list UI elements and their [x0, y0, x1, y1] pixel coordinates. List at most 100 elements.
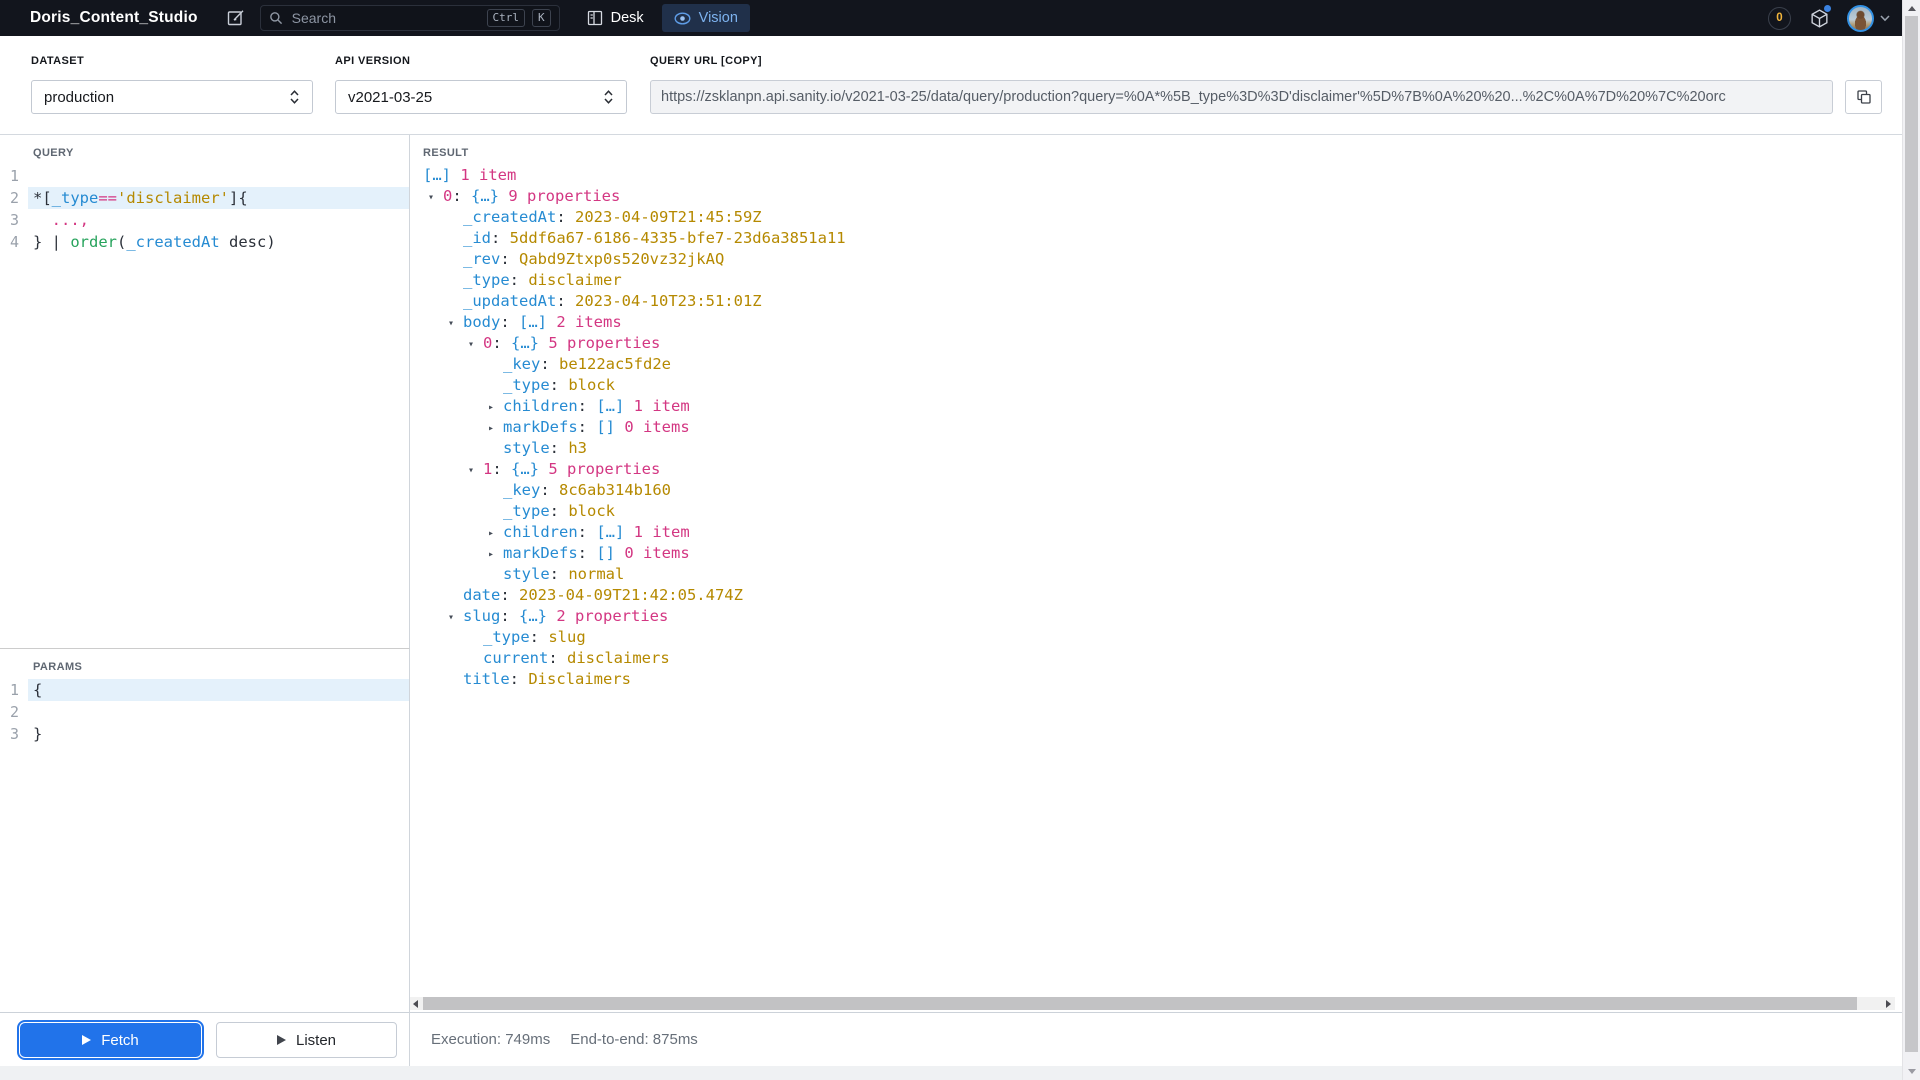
result-panel: RESULT […] 1 item ▾ 0: {…} 9 properties _cr… [410, 135, 1902, 1012]
search-box[interactable]: Ctrl K [259, 5, 560, 31]
top-bar: Doris_Content_Studio Ctrl K Desk [0, 0, 1920, 36]
token: {…} [511, 460, 540, 478]
search-input[interactable] [289, 9, 480, 27]
token: : [500, 586, 519, 604]
token: : [577, 544, 597, 562]
result-line: _type: slug [410, 627, 1902, 648]
fetch-button[interactable]: Fetch [19, 1022, 202, 1058]
collapse-arrow-icon[interactable]: ▾ [448, 607, 463, 628]
scroll-right-arrow[interactable] [1886, 1000, 1891, 1008]
token: : [549, 565, 569, 583]
token: {…} [471, 187, 500, 205]
query-line-text: ..., [28, 209, 409, 231]
collapse-arrow-icon[interactable]: ▾ [448, 313, 463, 334]
token: : [556, 208, 575, 226]
line-number: 2 [9, 703, 19, 721]
token: 9 properties [499, 187, 621, 205]
result-line: _key: 8c6ab314b160 [410, 480, 1902, 501]
result-line: style: h3 [410, 438, 1902, 459]
params-line[interactable]: 2 [0, 701, 409, 723]
collapse-arrow-icon[interactable]: ▾ [428, 187, 443, 208]
line-number: 2 [9, 189, 19, 207]
token: [] [596, 418, 615, 436]
query-panel: QUERY 1 2 *[_type=='disclaimer']{3 ..., 4} … [0, 135, 410, 648]
api-version-label: API VERSION [335, 55, 411, 67]
api-version-select[interactable]: v2021-03-25 [335, 80, 627, 114]
line-number: 1 [9, 167, 19, 185]
token: : [500, 250, 519, 268]
result-line: date: 2023-04-09T21:42:05.474Z [410, 585, 1902, 606]
token: : [500, 313, 519, 331]
listen-button[interactable]: Listen [216, 1022, 397, 1058]
dataset-select[interactable]: production [31, 80, 313, 114]
horizontal-scrollbar[interactable] [410, 997, 1895, 1010]
select-chevrons-icon [603, 88, 614, 106]
compose-button[interactable] [224, 6, 248, 30]
dataset-value: production [44, 88, 115, 106]
query-line[interactable]: 1 [0, 165, 409, 187]
params-editor[interactable]: 1{ 2 3} [0, 679, 409, 745]
params-line[interactable]: 1{ [0, 679, 409, 701]
token: block [568, 376, 616, 394]
token: { [33, 681, 43, 699]
query-line[interactable]: 3 ..., [0, 209, 409, 231]
horizontal-scrollbar-thumb[interactable] [423, 997, 1857, 1010]
scroll-down-arrow[interactable] [1908, 1069, 1916, 1074]
copy-url-button[interactable] [1845, 80, 1882, 114]
tab-desk[interactable]: Desk [575, 4, 656, 32]
package-button[interactable] [1808, 5, 1831, 29]
expand-arrow-icon[interactable]: ▸ [488, 523, 503, 544]
token: 0 items [615, 544, 690, 562]
params-line-text: { [28, 679, 409, 701]
token: title [463, 670, 510, 688]
token: 0 [483, 334, 493, 352]
expand-arrow-icon[interactable]: ▸ [488, 544, 503, 565]
result-line: _type: disclaimer [410, 270, 1902, 291]
notification-badge[interactable]: 0 [1768, 6, 1791, 30]
token: disclaimers [567, 649, 670, 667]
token: : [577, 418, 597, 436]
collapse-arrow-icon[interactable]: ▾ [468, 460, 483, 481]
token: : [548, 649, 567, 667]
token: : [500, 607, 519, 625]
token: _createdAt [463, 208, 557, 226]
vertical-scrollbar-thumb[interactable] [1905, 16, 1918, 1052]
token: _updatedAt [463, 292, 557, 310]
token: be122ac5fd2e [559, 355, 671, 373]
token: [] [596, 544, 615, 562]
scroll-up-arrow[interactable] [1908, 6, 1916, 11]
result-line: _id: 5ddf6a67-6186-4335-bfe7-23d6a3851a1… [410, 228, 1902, 249]
token: : [540, 481, 559, 499]
token: 2023-04-09T21:45:59Z [575, 208, 762, 226]
expand-arrow-icon[interactable]: ▸ [488, 397, 503, 418]
result-line: style: normal [410, 564, 1902, 585]
token: […] [596, 397, 625, 415]
scroll-left-arrow[interactable] [413, 1000, 418, 1008]
query-line[interactable]: 2 *[_type=='disclaimer']{ [0, 187, 409, 209]
token: _type [51, 189, 99, 207]
tab-vision[interactable]: Vision [661, 4, 750, 32]
query-line[interactable]: 4} | order(_createdAt desc) [0, 231, 409, 253]
token: } [33, 725, 43, 743]
compose-icon [226, 8, 246, 28]
expand-arrow-icon[interactable]: ▸ [488, 418, 503, 439]
token: _createdAt [126, 233, 220, 251]
editor-footer: Fetch Listen [0, 1012, 410, 1066]
result-line: ▾ 0: {…} 9 properties [410, 186, 1902, 207]
query-editor[interactable]: 1 2 *[_type=='disclaimer']{3 ..., 4} | orde… [0, 165, 409, 253]
token: ( [117, 233, 127, 251]
query-url-label[interactable]: QUERY URL [COPY] [650, 55, 762, 67]
result-line: ▾ 1: {…} 5 properties [410, 459, 1902, 480]
result-line: ▾ 0: {…} 5 properties [410, 333, 1902, 354]
query-url-input[interactable] [650, 80, 1833, 114]
tab-vision-label: Vision [698, 10, 738, 26]
params-line[interactable]: 3} [0, 723, 409, 745]
token: Disclaimers [528, 670, 631, 688]
token: Qabd9Ztxp0s520vz32jkAQ [519, 250, 725, 268]
collapse-arrow-icon[interactable]: ▾ [468, 334, 483, 355]
vertical-scrollbar[interactable] [1902, 0, 1920, 1080]
token: […] [519, 313, 547, 331]
search-icon [269, 11, 283, 25]
result-line: ▾ body: […] 2 items [410, 312, 1902, 333]
user-menu-button[interactable] [1847, 4, 1890, 32]
